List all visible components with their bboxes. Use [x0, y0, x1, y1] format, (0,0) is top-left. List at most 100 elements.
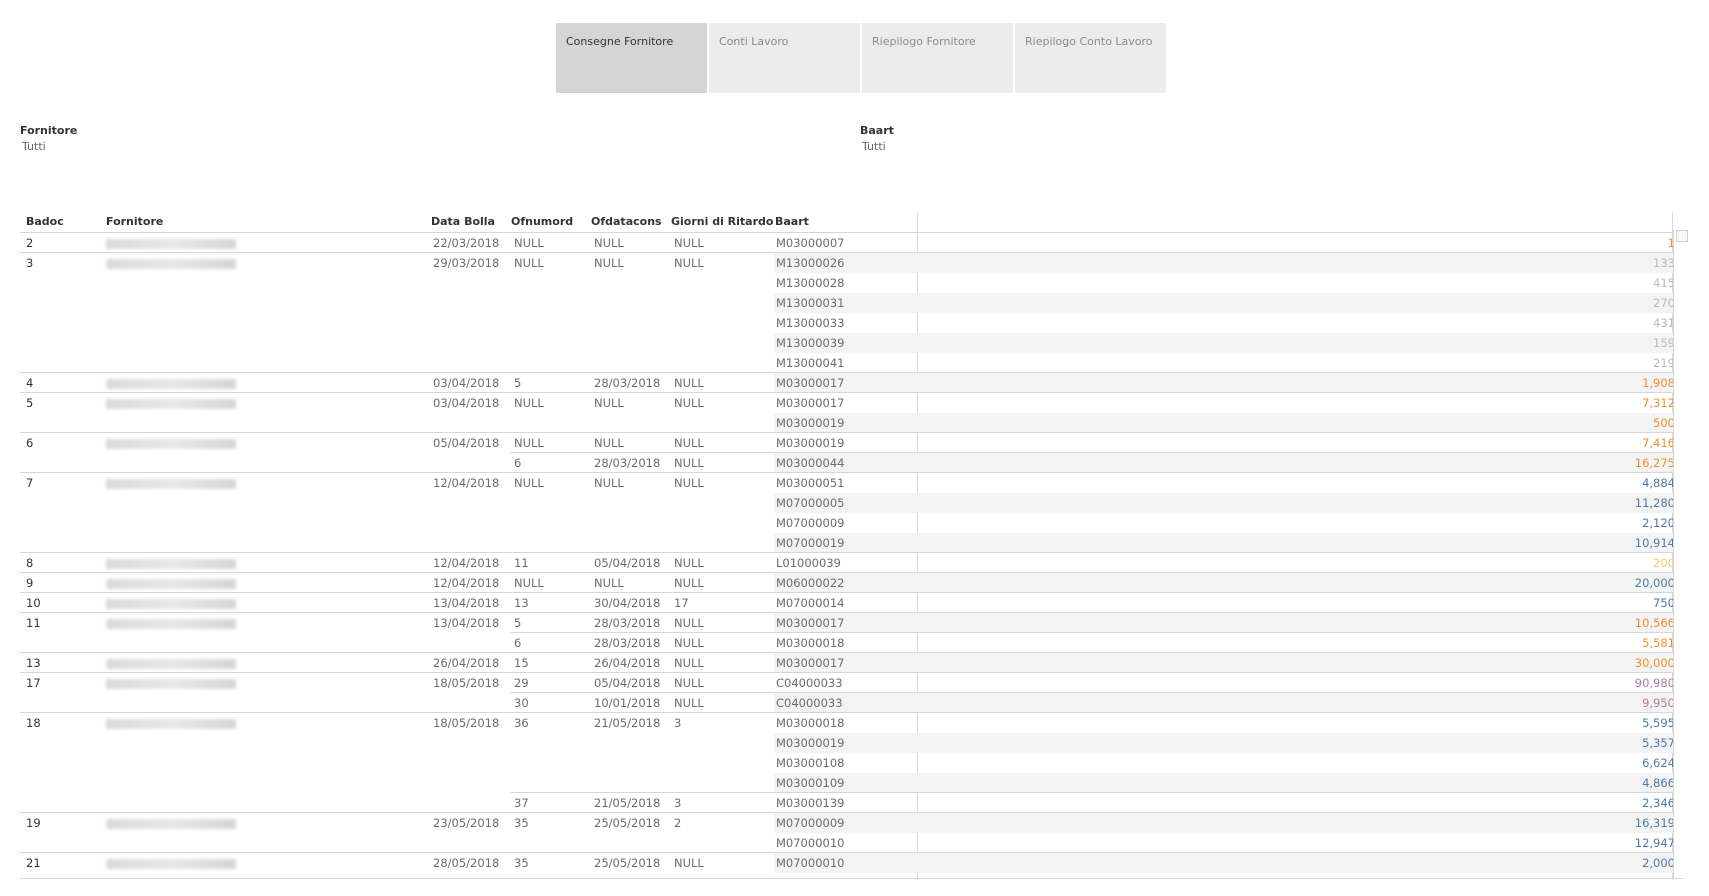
baart-cell: M03000017: [776, 376, 845, 390]
value-cell: 10,566: [1634, 616, 1675, 630]
baart-cell: M13000033: [776, 316, 845, 330]
table-row: M07000010 12,947: [20, 833, 1683, 853]
ofnumord-cell: 35: [514, 856, 529, 870]
badoc-cell: 4: [26, 376, 34, 390]
badoc-cell: 11: [26, 616, 41, 630]
baart-cell: M03000019: [776, 416, 845, 430]
fornitore-redacted: [106, 579, 236, 589]
ofdatacons-cell: 05/04/2018: [594, 556, 661, 570]
tab-riepilogo-conto-lavoro[interactable]: Riepilogo Conto Lavoro: [1015, 23, 1166, 93]
data-bolla-cell: 13/04/2018: [433, 616, 500, 630]
ofnumord-cell: 29: [514, 676, 529, 690]
value-cell: 9,950: [1642, 696, 1675, 710]
fornitore-redacted: [106, 399, 236, 409]
row-divider: [20, 812, 1683, 813]
row-sub-divider: [510, 692, 1683, 693]
table-row: 6 05/04/2018 NULL NULL NULL M03000019 7,416: [20, 432, 1683, 453]
data-bolla-cell: 12/04/2018: [433, 556, 500, 570]
data-bolla-cell: 23/05/2018: [433, 816, 500, 830]
table-row: M13000041 219: [20, 353, 1683, 373]
col-header-badoc[interactable]: Badoc: [26, 215, 64, 228]
filter-baart-value[interactable]: Tutti: [860, 140, 894, 153]
row-band: [774, 693, 1683, 713]
baart-cell: M13000041: [776, 356, 845, 370]
table-bottom-divider: [20, 878, 1683, 879]
ofdatacons-cell: NULL: [594, 436, 624, 450]
col-header-fornitore[interactable]: Fornitore: [106, 215, 163, 228]
table-row: 17 18/05/2018 29 05/04/2018 NULL C04000033 90,…: [20, 672, 1683, 693]
value-cell: 2,120: [1642, 516, 1675, 530]
fornitore-redacted: [106, 619, 236, 629]
baart-cell: M07000014: [776, 596, 845, 610]
ofnumord-cell: NULL: [514, 436, 544, 450]
baart-cell: C04000033: [776, 696, 843, 710]
filter-fornitore-value[interactable]: Tutti: [20, 140, 77, 153]
baart-cell: M07000010: [776, 836, 845, 850]
value-cell: 415: [1653, 276, 1675, 290]
fornitore-redacted: [106, 479, 236, 489]
tab-riepilogo-fornitore[interactable]: Riepilogo Fornitore: [862, 23, 1013, 93]
giorni-ritardo-cell: NULL: [674, 656, 704, 670]
col-header-data-bolla[interactable]: Data Bolla: [431, 215, 495, 228]
col-header-ofnumord[interactable]: Ofnumord: [511, 215, 573, 228]
filter-baart-label: Baart: [860, 124, 894, 137]
row-sub-divider: [510, 632, 1683, 633]
vertical-scrollbar[interactable]: [1673, 230, 1686, 878]
value-cell: 431: [1653, 316, 1675, 330]
ofdatacons-cell: 28/03/2018: [594, 376, 661, 390]
ofnumord-cell: NULL: [514, 236, 544, 250]
row-sub-divider: [510, 452, 1683, 453]
badoc-cell: 5: [26, 396, 34, 410]
badoc-cell: 17: [26, 676, 41, 690]
scrollbar-thumb[interactable]: [1676, 230, 1688, 242]
badoc-cell: 18: [26, 716, 41, 730]
ofdatacons-cell: NULL: [594, 576, 624, 590]
badoc-cell: 2: [26, 236, 34, 250]
baart-cell: M03000051: [776, 476, 845, 490]
row-divider: [20, 672, 1683, 673]
tab-bar: Consegne Fornitore Conti Lavoro Riepilog…: [556, 23, 1166, 93]
value-cell: 7,416: [1642, 436, 1675, 450]
tab-consegne-fornitore[interactable]: Consegne Fornitore: [556, 23, 707, 93]
baart-cell: M03000017: [776, 656, 845, 670]
data-bolla-cell: 12/04/2018: [433, 576, 500, 590]
row-band: [774, 853, 1683, 873]
col-header-baart[interactable]: Baart: [775, 215, 809, 228]
data-bolla-cell: 13/04/2018: [433, 596, 500, 610]
table-row: 19 23/05/2018 35 25/05/2018 2 M07000009 16,319: [20, 812, 1683, 833]
giorni-ritardo-cell: 17: [674, 596, 689, 610]
giorni-ritardo-cell: NULL: [674, 576, 704, 590]
giorni-ritardo-cell: NULL: [674, 636, 704, 650]
data-bolla-cell: 29/03/2018: [433, 256, 500, 270]
ofnumord-cell: 15: [514, 656, 529, 670]
table-row: 18 18/05/2018 36 21/05/2018 3 M03000018 5,595: [20, 712, 1683, 733]
tab-conti-lavoro[interactable]: Conti Lavoro: [709, 23, 860, 93]
fornitore-redacted: [106, 719, 236, 729]
filter-baart: Baart Tutti: [860, 124, 894, 153]
baart-cell: M07000010: [776, 856, 845, 870]
table-row: M13000033 431: [20, 313, 1683, 333]
ofnumord-cell: 5: [514, 616, 522, 630]
value-cell: 5,595: [1642, 716, 1675, 730]
fornitore-redacted: [106, 559, 236, 569]
row-band: [774, 733, 1683, 753]
ofnumord-cell: NULL: [514, 256, 544, 270]
col-header-ofdatacons[interactable]: Ofdatacons: [591, 215, 662, 228]
table-row: M13000031 270: [20, 293, 1683, 313]
value-cell: 1,908: [1642, 376, 1675, 390]
row-divider: [20, 652, 1683, 653]
row-band: [774, 813, 1683, 833]
data-bolla-cell: 03/04/2018: [433, 396, 500, 410]
row-band: [774, 493, 1683, 513]
filter-fornitore: Fornitore Tutti: [20, 124, 77, 153]
giorni-ritardo-cell: NULL: [674, 436, 704, 450]
row-band: [774, 453, 1683, 473]
fornitore-redacted: [106, 239, 236, 249]
fornitore-redacted: [106, 659, 236, 669]
table-row: 10 13/04/2018 13 30/04/2018 17 M07000014 750: [20, 592, 1683, 613]
col-header-giorni-ritardo[interactable]: Giorni di Ritardo: [671, 215, 773, 228]
value-cell: 5,581: [1642, 636, 1675, 650]
table-row: M07000005 11,280: [20, 493, 1683, 513]
row-band: [774, 573, 1683, 593]
ofnumord-cell: 6: [514, 456, 522, 470]
